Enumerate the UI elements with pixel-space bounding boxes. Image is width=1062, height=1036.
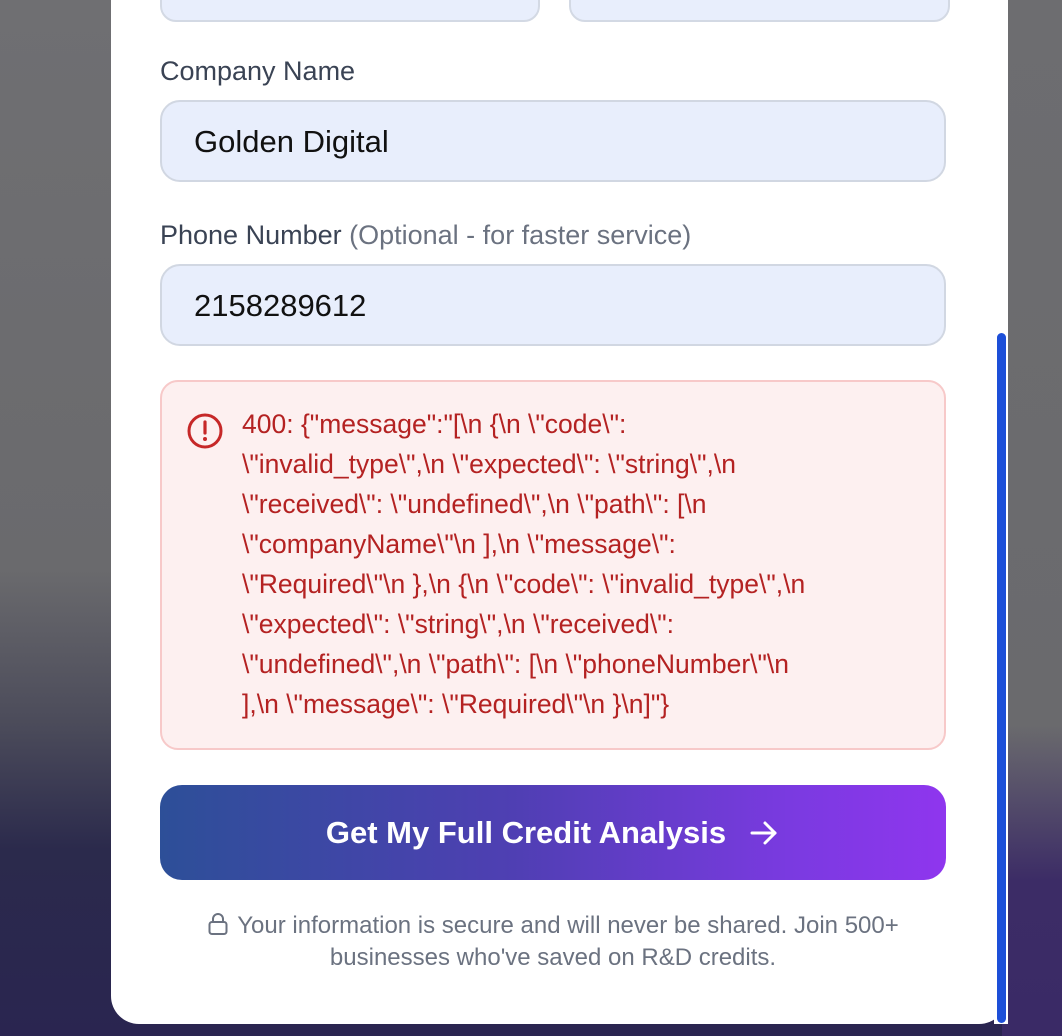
phone-number-hint: (Optional - for faster service)	[349, 220, 692, 250]
previous-field-right[interactable]	[569, 0, 950, 22]
company-name-label: Company Name	[160, 56, 356, 86]
error-line: \"expected\": \"string\",\n \"received\"…	[242, 609, 675, 639]
lock-icon	[208, 913, 228, 935]
get-credit-analysis-button[interactable]: Get My Full Credit Analysis	[160, 785, 946, 880]
phone-number-input[interactable]: 2158289612	[160, 264, 946, 346]
page-backdrop-right	[1002, 0, 1062, 1036]
error-message: 400: {"message":"[\n {\n \"code\": \"inv…	[242, 404, 932, 724]
error-line: \"undefined\",\n \"path\": [\n \"phoneNu…	[242, 649, 790, 679]
previous-field-left[interactable]	[160, 0, 540, 22]
scrollbar-thumb[interactable]	[997, 333, 1006, 1023]
alert-circle-icon	[187, 413, 223, 449]
error-line: \"received\": \"undefined\",\n \"path\":…	[242, 489, 707, 519]
company-name-input[interactable]: Golden Digital	[160, 100, 946, 182]
error-line: \"Required\"\n },\n {\n \"code\": \"inva…	[242, 569, 806, 599]
error-line: \"invalid_type\",\n \"expected\": \"stri…	[242, 449, 736, 479]
cta-label: Get My Full Credit Analysis	[325, 814, 727, 850]
error-line: \"companyName\"\n ],\n \"message\":	[242, 529, 676, 559]
error-line: ],\n \"message\": \"Required\"\n }\n]"}	[242, 689, 670, 719]
phone-number-label: Phone Number (Optional - for faster serv…	[160, 220, 692, 250]
security-note-text: Your information is secure and will neve…	[237, 912, 899, 971]
security-note: Your information is secure and will neve…	[160, 910, 946, 974]
error-line: 400: {"message":"[\n {\n \"code\":	[242, 409, 627, 439]
arrow-right-icon	[750, 821, 777, 844]
